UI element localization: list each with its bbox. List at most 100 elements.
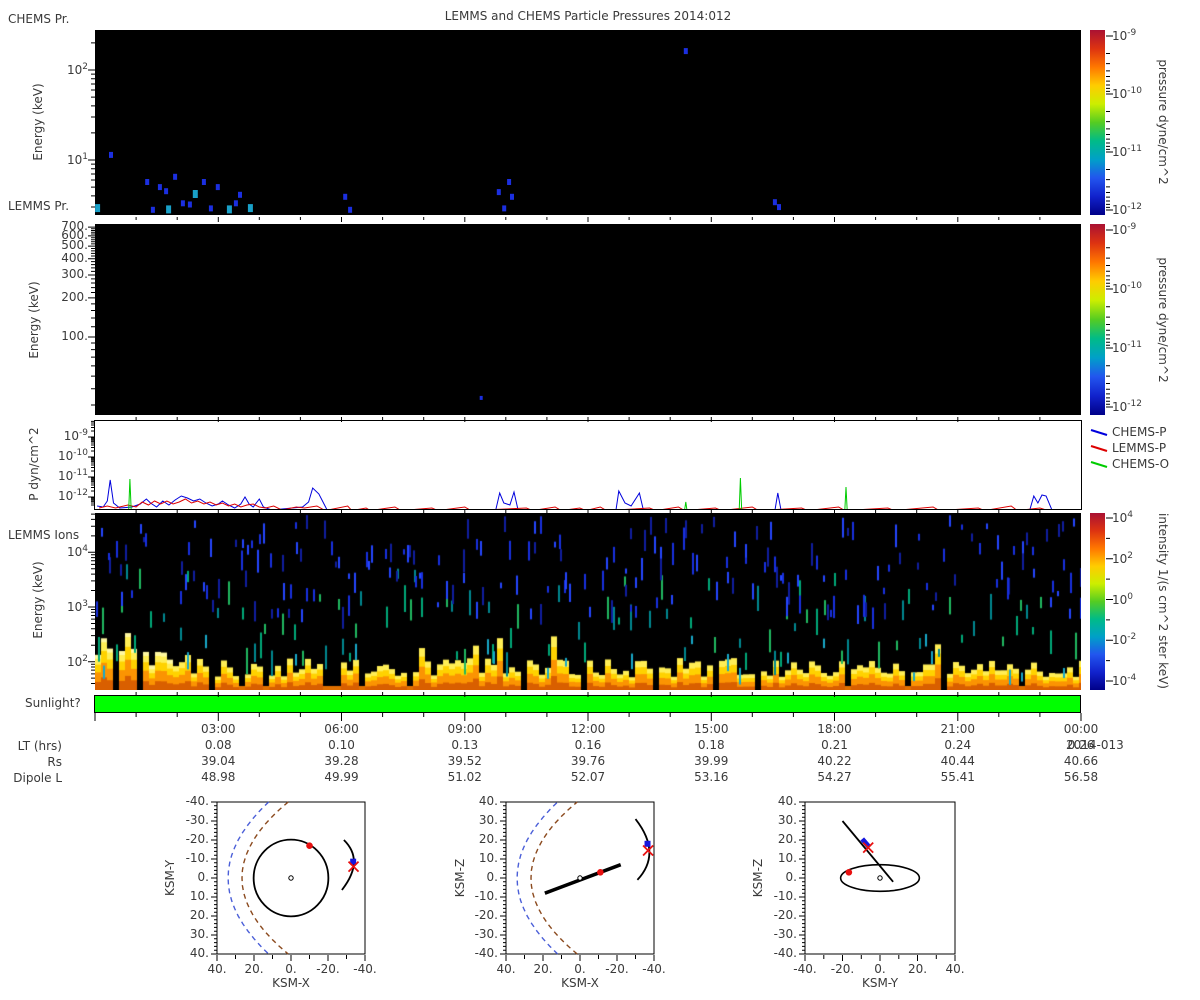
tick-label: 55.41 <box>940 770 975 784</box>
tick-label: 0. <box>197 870 209 884</box>
tick-label: 21:00 <box>940 722 976 736</box>
tick-label: -20. <box>773 908 797 922</box>
tick-label: 102 <box>66 653 88 669</box>
tick-label: 20. <box>777 832 797 846</box>
tick-label: 100 <box>1112 591 1134 607</box>
tick-label: 0.26 <box>1067 738 1095 752</box>
tick-label: -30. <box>773 927 797 941</box>
tick-label: 10-11 <box>1112 144 1142 159</box>
tick-label: -40. <box>353 962 377 976</box>
tick-label: 0.24 <box>944 738 972 752</box>
tick-label: 10-2 <box>1112 632 1137 648</box>
tick-label: -40. <box>185 794 209 808</box>
tick-label: 56.58 <box>1063 770 1099 784</box>
tick-label: 40. <box>478 794 498 808</box>
tick-label: 10-4 <box>1112 673 1137 688</box>
tick-label: 39.52 <box>447 754 482 768</box>
tick-label: 00:00 <box>1063 722 1099 736</box>
tick-label: -20. <box>185 832 209 846</box>
y-axis-label-energy-2: Energy (keV) <box>27 281 41 359</box>
tick-label: -30. <box>474 927 498 941</box>
tick-label: 10-11 <box>1112 340 1142 355</box>
panel-label-lemms: LEMMS Pr. <box>8 199 70 213</box>
page-title: LEMMS and CHEMS Particle Pressures 2014:… <box>444 9 732 23</box>
tick-label: 10-9 <box>1112 222 1137 237</box>
tick-label: 0.13 <box>451 738 479 752</box>
panel-label-ions: LEMMS Ions <box>8 528 80 542</box>
tick-label: 400. <box>61 250 88 265</box>
tick-label: 10-9 <box>1112 28 1137 43</box>
tick-label: 0. <box>486 870 498 884</box>
tick-label: 39.99 <box>694 754 729 768</box>
tick-label: -40. <box>474 946 498 960</box>
orbit-a-xlabel: KSM-X <box>272 976 310 990</box>
tick-label: 40.66 <box>1063 754 1099 768</box>
tick-label: 0.21 <box>821 738 848 752</box>
tick-label: 40.22 <box>817 754 852 768</box>
tick-label: 51.02 <box>447 770 482 784</box>
tick-label: 40.44 <box>940 754 975 768</box>
tick-label: 102 <box>66 62 88 77</box>
tick-label: 300. <box>61 266 88 281</box>
tick-label: 39.28 <box>324 754 359 768</box>
tick-label: 101 <box>66 152 88 167</box>
tick-label: -30. <box>185 813 209 827</box>
legend-item-chems-o: CHEMS-O <box>1112 457 1170 471</box>
plot-screen: LEMMS and CHEMS Particle Pressures 2014:… <box>0 0 1200 1000</box>
tick-label: 104 <box>66 544 88 560</box>
tick-label: 09:00 <box>447 722 483 736</box>
tick-label: -40. <box>773 946 797 960</box>
tick-label: -10. <box>474 889 498 903</box>
row-label-lt: LT (hrs) <box>17 739 62 753</box>
tick-label: 100. <box>61 329 88 343</box>
tick-label: 0. <box>785 870 797 884</box>
tick-label: 20. <box>189 908 209 922</box>
tick-label: 30. <box>478 813 498 827</box>
tick-label: 10. <box>777 851 797 865</box>
tick-label: 06:00 <box>324 722 359 736</box>
tick-label: 03:00 <box>200 722 236 736</box>
tick-label: 53.16 <box>694 770 729 784</box>
tick-label: 103 <box>66 599 88 614</box>
tick-label: -20. <box>474 908 498 922</box>
tick-label: 0.10 <box>328 738 355 752</box>
legend-item-chems-p: CHEMS-P <box>1112 425 1167 439</box>
row-label-rs: Rs <box>47 755 62 769</box>
tick-label: 10. <box>478 851 498 865</box>
y-axis-label-energy-1: Energy (keV) <box>31 83 45 161</box>
panel-label-chems: CHEMS Pr. <box>8 12 70 26</box>
tick-label: 30. <box>189 927 209 941</box>
tick-label: 40. <box>189 946 209 960</box>
tick-label: 39.04 <box>201 754 236 768</box>
tick-label: 40. <box>777 794 797 808</box>
pressure-line-plot <box>94 420 1082 510</box>
tick-label: 10-9 <box>63 428 88 443</box>
colorbar-intensity <box>1090 513 1105 690</box>
colorbar-pressure-1 <box>1090 30 1105 215</box>
tick-label: 10-10 <box>1112 281 1142 296</box>
tick-label: 10-11 <box>58 468 88 483</box>
orbit-b-xlabel: KSM-X <box>561 976 599 990</box>
colorbar-label-pressure-2: pressure dyne/cm^2 <box>1156 257 1170 383</box>
tick-label: 49.99 <box>324 770 359 784</box>
chems-pressure-spectrogram <box>95 30 1081 215</box>
tick-label: 52.07 <box>570 770 606 784</box>
tick-label: 20. <box>478 832 498 846</box>
tick-label: 15:00 <box>693 722 729 736</box>
tick-label: 10-12 <box>1112 202 1142 217</box>
lemms-pressure-spectrogram <box>95 224 1081 415</box>
tick-label: 102 <box>1112 550 1134 566</box>
tick-label: 40. <box>945 962 965 976</box>
panel-label-sunlight: Sunlight? <box>25 696 81 710</box>
tick-label: 0.18 <box>697 738 725 752</box>
orbit-c-xlabel: KSM-Y <box>861 976 899 990</box>
tick-label: 30. <box>777 813 797 827</box>
tick-label: 10. <box>189 889 209 903</box>
row-label-dipole: Dipole L <box>13 771 62 785</box>
tick-label: -10. <box>773 889 797 903</box>
colorbar-label-pressure-1: pressure dyne/cm^2 <box>1156 59 1170 185</box>
tick-label: 0.08 <box>204 738 232 752</box>
tick-label: 0.16 <box>574 738 602 752</box>
tick-label: 200. <box>61 289 88 304</box>
tick-label: 104 <box>1112 510 1134 525</box>
